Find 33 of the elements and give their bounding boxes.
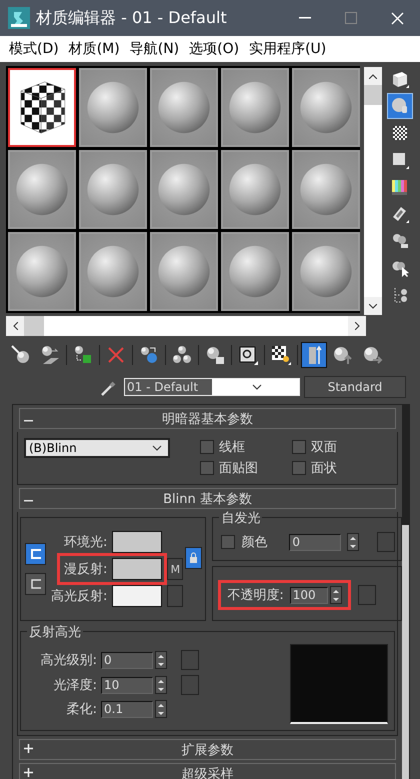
field-label: 光泽度:: [54, 677, 97, 694]
menu-item[interactable]: 导航(N): [124, 40, 184, 58]
checkbox-label: 双面: [311, 439, 337, 456]
rollout-header[interactable]: 明暗器基本参数: [19, 408, 396, 429]
color-label: 漫反射:: [64, 561, 108, 578]
menu-item[interactable]: 模式(D): [4, 40, 64, 58]
field-label: 高光级别:: [40, 652, 97, 669]
shader-dropdown[interactable]: (B)Blinn: [24, 438, 170, 458]
field-label: 柔化:: [66, 701, 97, 718]
group-title: 反射高光: [27, 623, 83, 641]
number-field[interactable]: 100: [290, 586, 328, 604]
number-field[interactable]: 0: [101, 652, 153, 668]
rollout-header[interactable]: Blinn 基本参数: [19, 488, 396, 509]
menu-item[interactable]: 实用程序(U): [244, 40, 332, 58]
number-field[interactable]: 10: [101, 676, 153, 694]
color-label: 环境光:: [64, 534, 108, 551]
rollout-header[interactable]: 超级采样: [19, 763, 396, 779]
menu-item[interactable]: 选项(O): [184, 40, 244, 58]
map-button[interactable]: M: [167, 558, 184, 580]
window-title: 材质编辑器 - 01 - Default: [36, 8, 228, 28]
checkbox-label: 面贴图: [219, 460, 258, 477]
checkbox-label: 面状: [311, 460, 337, 477]
number-field[interactable]: 0.1: [101, 700, 153, 718]
checkbox-label: 线框: [219, 439, 245, 456]
rollout-header[interactable]: 扩展参数: [19, 739, 396, 760]
checkbox-label: 颜色: [241, 534, 268, 551]
material-type-button[interactable]: Standard: [304, 376, 406, 398]
material-name-dropdown[interactable]: 01 - Default: [124, 378, 300, 396]
menu-item[interactable]: 材质(M): [64, 40, 125, 58]
color-label: 高光反射:: [51, 588, 108, 605]
field-label: 不透明度:: [227, 587, 284, 604]
number-field[interactable]: 0: [289, 534, 342, 550]
group-title: 自发光: [219, 509, 262, 527]
